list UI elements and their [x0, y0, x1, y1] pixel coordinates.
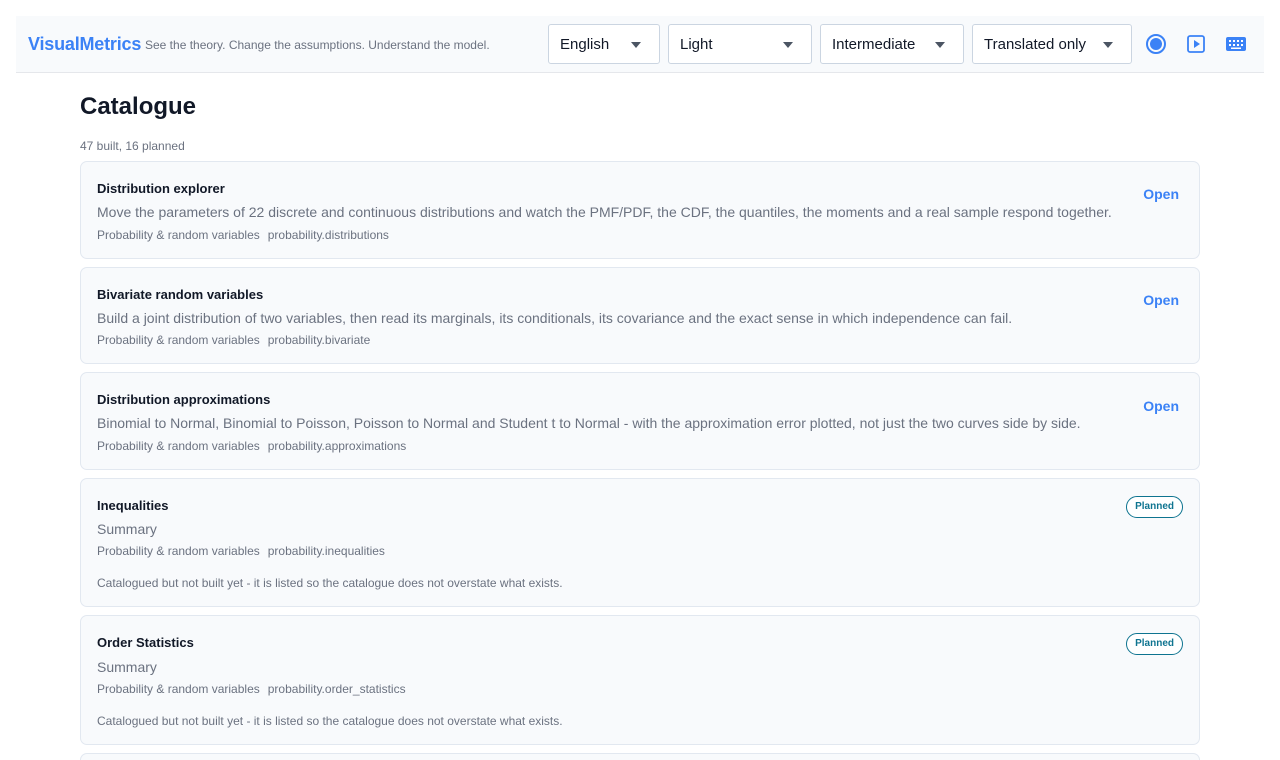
card-meta: Probability & random variables probabilit…	[97, 439, 406, 453]
card-meta: Probability & random variables probabilit…	[97, 228, 389, 242]
card-title: Bivariate random variables	[97, 287, 264, 302]
top-bar: VisualMetrics See the theory. Change the…	[16, 16, 1264, 73]
card-category: Probability & random variables	[97, 682, 260, 696]
translation-select-value: Translated only	[984, 36, 1086, 53]
card-category: Probability & random variables	[97, 228, 260, 242]
catalogue-card: Inequalities Summary Probability & rando…	[80, 478, 1200, 607]
brand-logo[interactable]: VisualMetrics	[28, 34, 141, 55]
catalogue-card: Order Statistics Summary Probability & r…	[80, 615, 1200, 745]
card-id: probability.inequalities	[267, 544, 385, 558]
catalogue-card: Distribution approximations Binomial to …	[80, 372, 1200, 470]
card-title: Inequalities	[97, 498, 169, 513]
card-category: Probability & random variables	[97, 333, 260, 347]
open-link[interactable]: Open	[1143, 186, 1179, 202]
card-id: probability.approximations	[267, 439, 407, 453]
card-title: Order Statistics	[97, 635, 194, 650]
translation-select[interactable]: Translated only	[972, 24, 1132, 64]
play-icon[interactable]	[1184, 32, 1208, 56]
planned-note: Catalogued but not built yet - it is lis…	[97, 576, 563, 590]
card-meta: Probability & random variables probabilit…	[97, 333, 370, 347]
catalogue-count: 47 built, 16 planned	[80, 139, 185, 153]
card-id: probability.order_statistics	[267, 682, 406, 696]
card-meta: Probability & random variables probabilit…	[97, 544, 385, 558]
open-link[interactable]: Open	[1143, 398, 1179, 414]
card-title: Distribution approximations	[97, 392, 271, 407]
catalogue-card: Bivariate random variables Build a joint…	[80, 267, 1200, 364]
card-description: Summary	[97, 521, 157, 537]
language-select-value: English	[560, 36, 610, 53]
brand-tagline: See the theory. Change the assumptions. …	[145, 38, 490, 52]
planned-badge: Planned	[1126, 633, 1183, 655]
chevron-down-icon	[631, 42, 641, 48]
open-link[interactable]: Open	[1143, 292, 1179, 308]
card-meta: Probability & random variables probabilit…	[97, 682, 406, 696]
record-icon[interactable]	[1144, 32, 1168, 56]
card-category: Probability & random variables	[97, 544, 260, 558]
planned-note: Catalogued but not built yet - it is lis…	[97, 714, 563, 728]
level-select[interactable]: Intermediate	[820, 24, 964, 64]
catalogue-card: Distribution explorer Move the parameter…	[80, 161, 1200, 259]
card-description: Build a joint distribution of two variab…	[97, 310, 1013, 326]
theme-select-value: Light	[680, 36, 713, 53]
planned-badge: Planned	[1126, 496, 1183, 518]
card-category: Probability & random variables	[97, 439, 260, 453]
level-select-value: Intermediate	[832, 36, 916, 53]
catalogue-card	[80, 753, 1200, 760]
chevron-down-icon	[935, 42, 945, 48]
keyboard-icon[interactable]	[1224, 32, 1248, 56]
card-description: Binomial to Normal, Binomial to Poisson,…	[97, 415, 1081, 431]
chevron-down-icon	[783, 42, 793, 48]
card-id: probability.bivariate	[267, 333, 371, 347]
page-title: Catalogue	[80, 93, 197, 120]
card-description: Move the parameters of 22 discrete and c…	[97, 204, 1112, 220]
card-description: Summary	[97, 659, 157, 675]
chevron-down-icon	[1103, 42, 1113, 48]
language-select[interactable]: English	[548, 24, 660, 64]
card-id: probability.distributions	[267, 228, 389, 242]
theme-select[interactable]: Light	[668, 24, 812, 64]
card-title: Distribution explorer	[97, 181, 225, 196]
